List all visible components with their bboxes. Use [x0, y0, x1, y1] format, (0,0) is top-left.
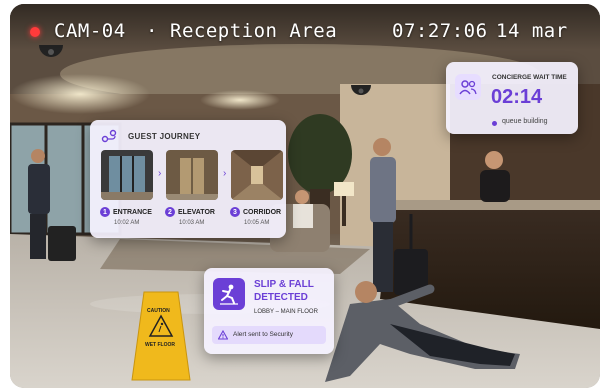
users-icon: [455, 74, 481, 100]
route-icon: [101, 129, 117, 143]
concierge-status: queue building: [502, 118, 548, 125]
camera-id: CAM-04: [54, 20, 126, 42]
elevator-thumbnail[interactable]: [166, 150, 218, 200]
guest-journey-card[interactable]: GUEST JOURNEY › › 1 ENTRANCE 10:02 AM 2 …: [90, 120, 286, 238]
chevron-right-icon: ›: [223, 168, 227, 179]
concierge-wait-value: 02:14: [491, 86, 543, 108]
guest-journey-title: GUEST JOURNEY: [128, 132, 201, 141]
alert-action-banner[interactable]: Alert sent to Security: [212, 326, 326, 344]
step-corridor-time: 10:05 AM: [244, 220, 270, 226]
corridor-thumbnail[interactable]: [231, 150, 283, 200]
alert-action-text: Alert sent to Security: [233, 331, 293, 338]
alert-title-line2: DETECTED: [254, 292, 308, 303]
step-entrance-label: 1 ENTRANCE: [100, 207, 152, 217]
person-falling-icon: [213, 278, 245, 310]
camera-location: Reception Area: [170, 20, 338, 42]
concierge-title: CONCIERGE WAIT TIME: [492, 74, 567, 81]
camera-time: 07:27:06: [392, 20, 488, 42]
warning-icon: [218, 330, 228, 340]
camera-separator: ·: [146, 20, 158, 42]
status-dot-icon: [492, 121, 497, 126]
security-camera-icon: [351, 85, 371, 95]
camera-feed: CAM-04 · Reception Area 07:27:06 14 mar …: [10, 4, 600, 388]
alert-location: LOBBY – MAIN FLOOR: [254, 309, 318, 315]
recording-indicator-icon: [30, 27, 40, 37]
alert-title-line1: SLIP & FALL: [254, 279, 314, 290]
sign-caution-text: CAUTION: [147, 308, 170, 314]
wet-floor-sign: CAUTION WET FLOOR: [130, 290, 192, 382]
step-elevator-label: 2 ELEVATOR: [165, 207, 215, 217]
sign-wet-floor-text: WET FLOOR: [145, 342, 175, 348]
chevron-right-icon: ›: [158, 168, 162, 179]
concierge-wait-card[interactable]: CONCIERGE WAIT TIME 02:14 queue building: [446, 62, 578, 134]
slip-fall-alert-card[interactable]: SLIP & FALL DETECTED LOBBY – MAIN FLOOR …: [204, 268, 334, 354]
step-elevator-time: 10:03 AM: [179, 220, 205, 226]
entrance-thumbnail[interactable]: [101, 150, 153, 200]
step-entrance-time: 10:02 AM: [114, 220, 140, 226]
step-corridor-label: 3 CORRIDOR: [230, 207, 281, 217]
camera-date: 14 mar: [496, 20, 568, 42]
